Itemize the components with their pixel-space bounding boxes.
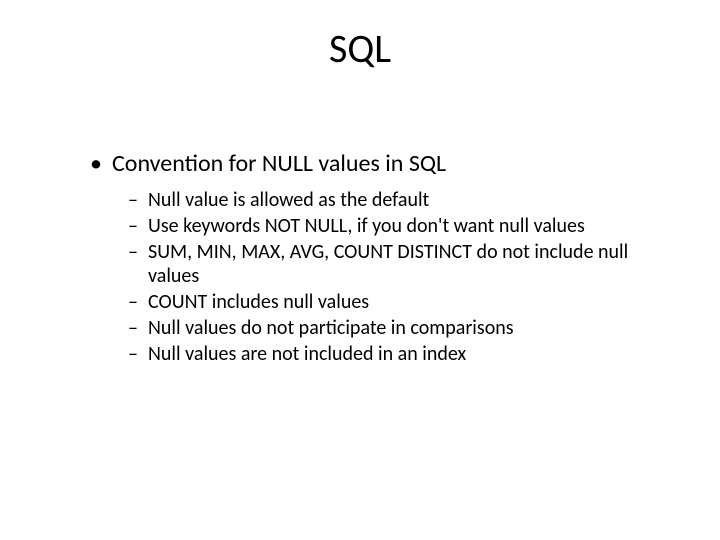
slide: SQL • Convention for NULL values in SQL … <box>0 0 720 540</box>
bullet-level-2-text: Null values do not participate in compar… <box>148 316 514 340</box>
bullet-level-2-text: Use keywords NOT NULL, if you don't want… <box>148 214 585 238</box>
bullet-dash-icon: – <box>128 240 138 264</box>
bullet-level-2: – Null value is allowed as the default <box>90 188 650 212</box>
bullet-dash-icon: – <box>128 316 138 340</box>
bullet-level-2-text: Null values are not included in an index <box>148 342 466 366</box>
bullet-dash-icon: – <box>128 188 138 212</box>
bullet-level-2: – COUNT includes null values <box>90 290 650 314</box>
bullet-level-2: – Use keywords NOT NULL, if you don't wa… <box>90 214 650 238</box>
slide-title: SQL <box>0 24 720 73</box>
bullet-level-2: – Null values are not included in an ind… <box>90 342 650 366</box>
bullet-level-2: – Null values do not participate in comp… <box>90 316 650 340</box>
bullet-dot-icon: • <box>90 150 102 178</box>
bullet-level-1-text: Convention for NULL values in SQL <box>112 149 446 178</box>
bullet-dash-icon: – <box>128 214 138 238</box>
bullet-level-2-text: SUM, MIN, MAX, AVG, COUNT DISTINCT do no… <box>148 240 628 288</box>
bullet-dash-icon: – <box>128 342 138 366</box>
bullet-dash-icon: – <box>128 290 138 314</box>
bullet-level-2-text: COUNT includes null values <box>148 290 369 314</box>
bullet-level-1: • Convention for NULL values in SQL <box>90 150 650 178</box>
bullet-level-2: – SUM, MIN, MAX, AVG, COUNT DISTINCT do … <box>90 240 650 288</box>
bullet-level-2-text: Null value is allowed as the default <box>148 188 429 212</box>
slide-body: • Convention for NULL values in SQL – Nu… <box>90 150 650 368</box>
